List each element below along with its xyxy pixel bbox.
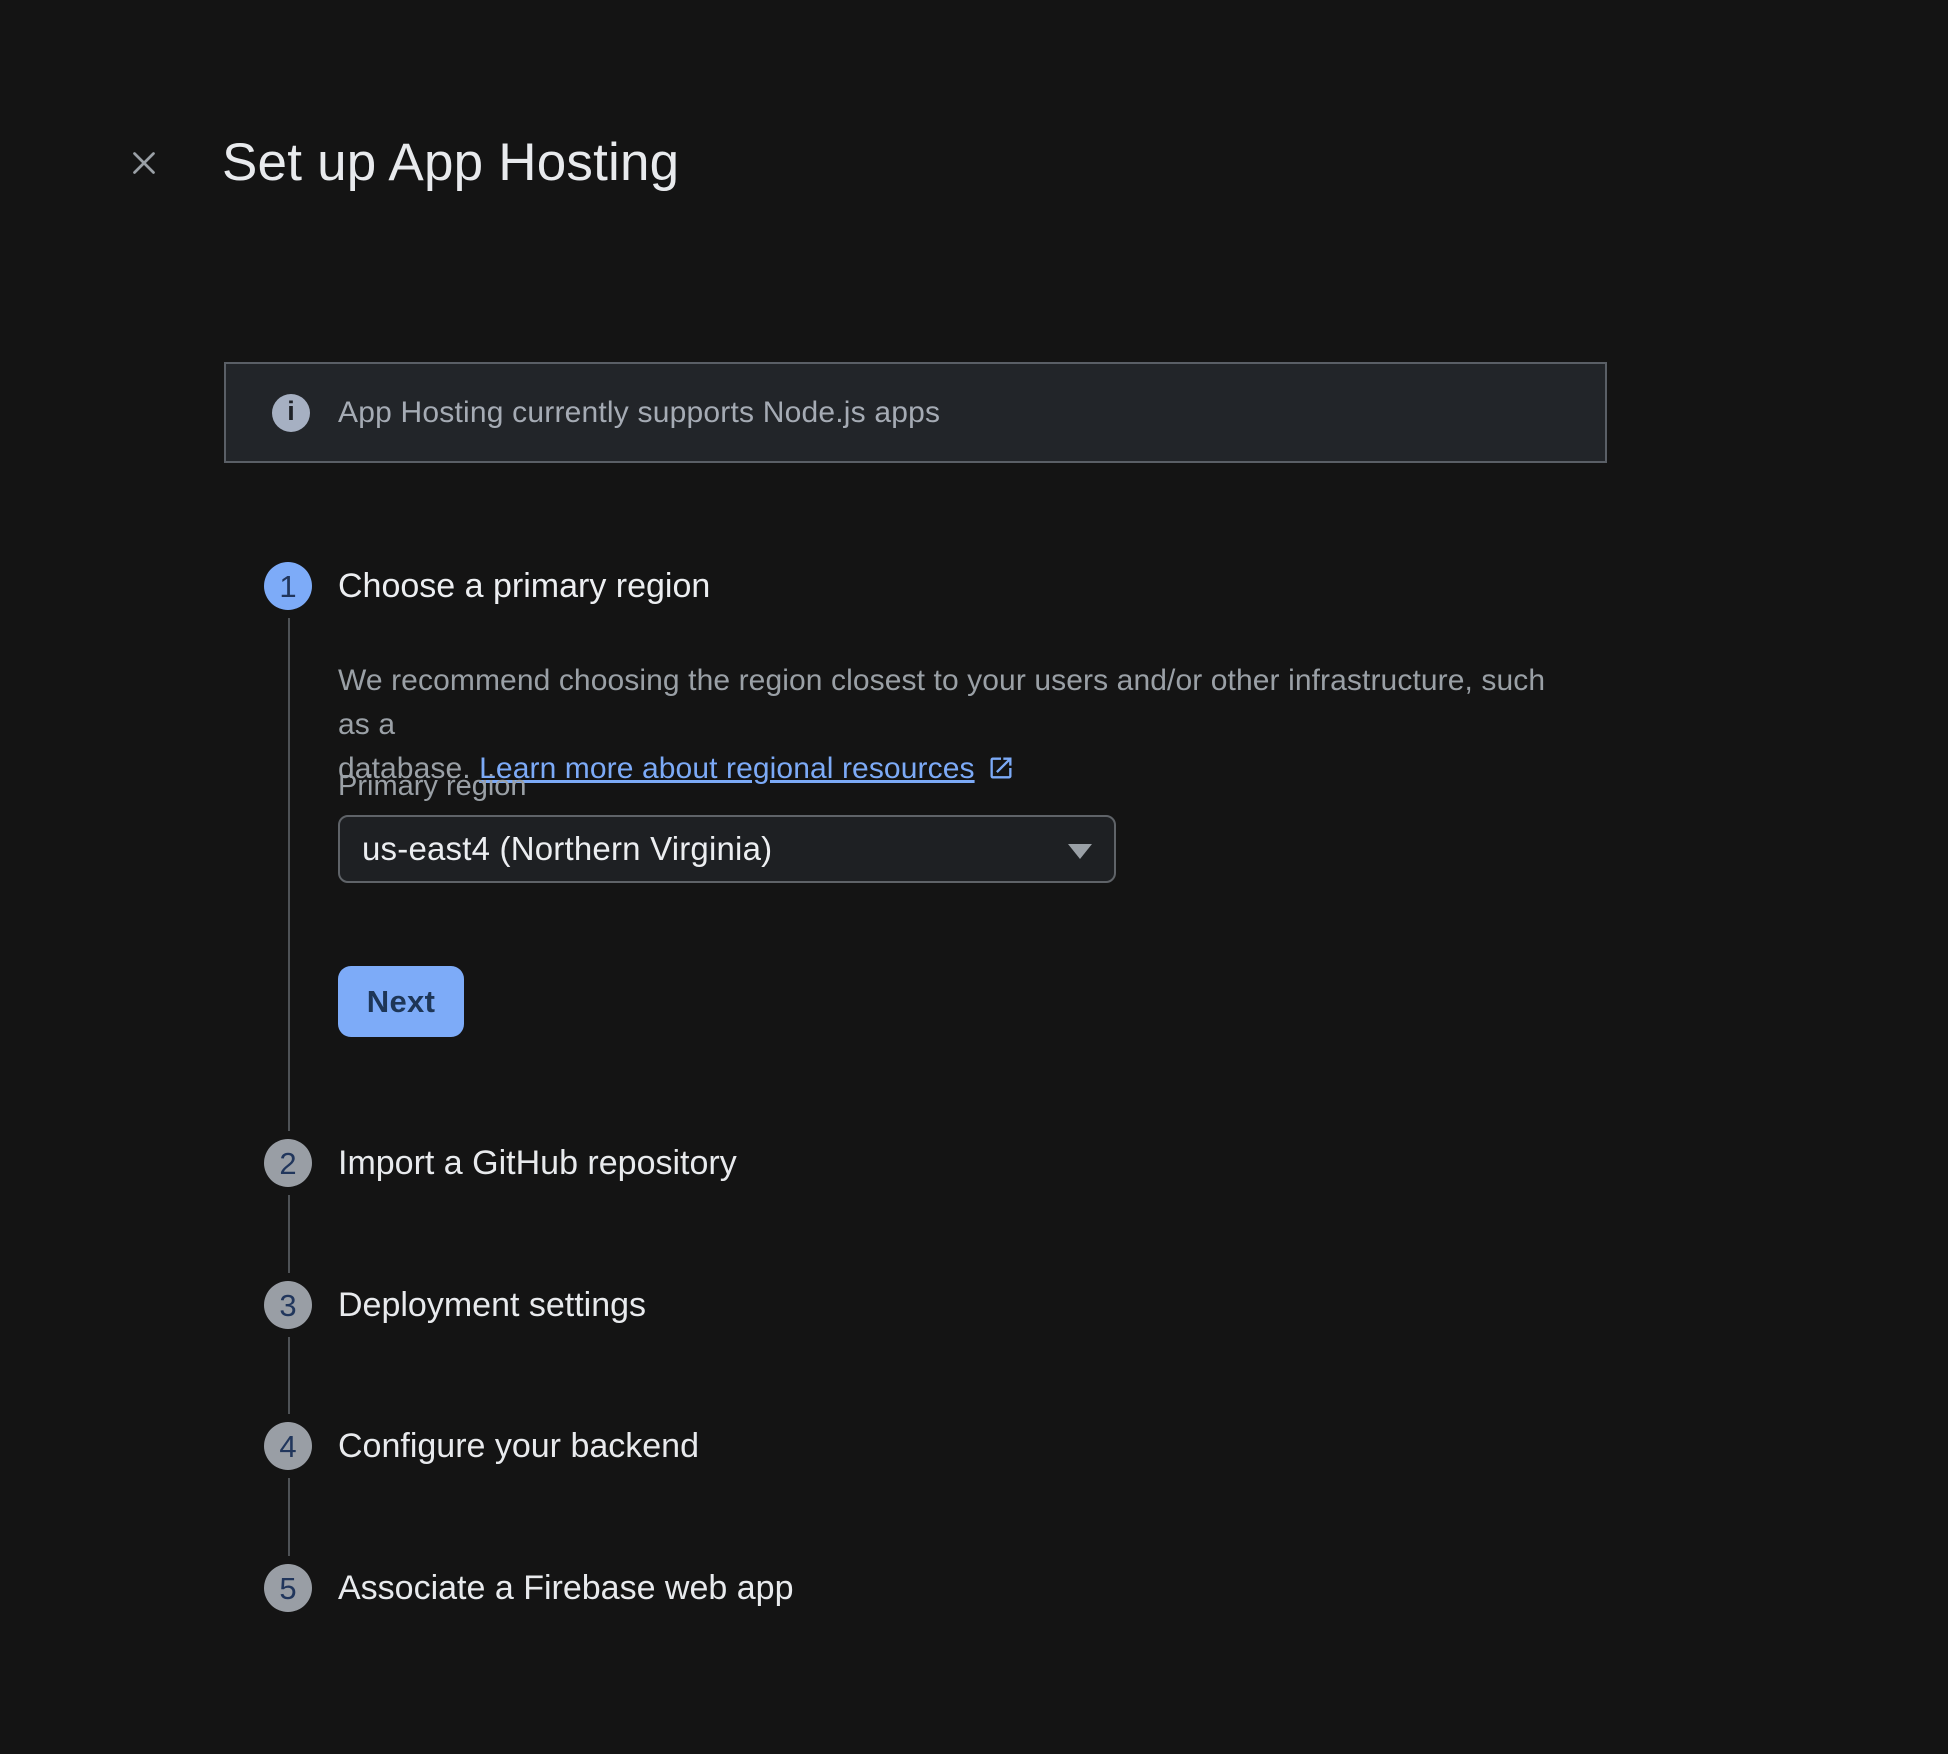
- step-3-title: Deployment settings: [338, 1281, 646, 1329]
- step-3-badge: 3: [264, 1281, 312, 1329]
- step-2-badge: 2: [264, 1139, 312, 1187]
- close-icon[interactable]: [122, 141, 166, 185]
- step-1-badge: 1: [264, 562, 312, 610]
- step-1-title: Choose a primary region: [338, 562, 710, 610]
- next-button[interactable]: Next: [338, 966, 464, 1037]
- step-2-title: Import a GitHub repository: [338, 1139, 737, 1187]
- chevron-down-icon: [1068, 844, 1092, 859]
- step-5-badge: 5: [264, 1564, 312, 1612]
- page-title: Set up App Hosting: [222, 133, 679, 193]
- open-in-new-icon[interactable]: [987, 751, 1015, 795]
- step-connector-3: [288, 1337, 290, 1414]
- learn-more-link[interactable]: Learn more about regional resources: [479, 752, 974, 785]
- primary-region-select[interactable]: us-east4 (Northern Virginia): [338, 815, 1116, 883]
- step-connector-1: [288, 618, 290, 1131]
- step-5-title: Associate a Firebase web app: [338, 1564, 793, 1612]
- primary-region-label: Primary region: [338, 770, 527, 803]
- step-connector-4: [288, 1478, 290, 1556]
- step-connector-2: [288, 1195, 290, 1273]
- step-4-title: Configure your backend: [338, 1422, 699, 1470]
- info-banner-text: App Hosting currently supports Node.js a…: [338, 396, 940, 430]
- description-line-1: We recommend choosing the region closest…: [338, 664, 1545, 741]
- primary-region-value: us-east4 (Northern Virginia): [362, 830, 772, 868]
- info-banner: i App Hosting currently supports Node.js…: [224, 362, 1607, 463]
- close-x-glyph: [125, 144, 163, 182]
- step-4-badge: 4: [264, 1422, 312, 1470]
- info-icon: i: [272, 394, 310, 432]
